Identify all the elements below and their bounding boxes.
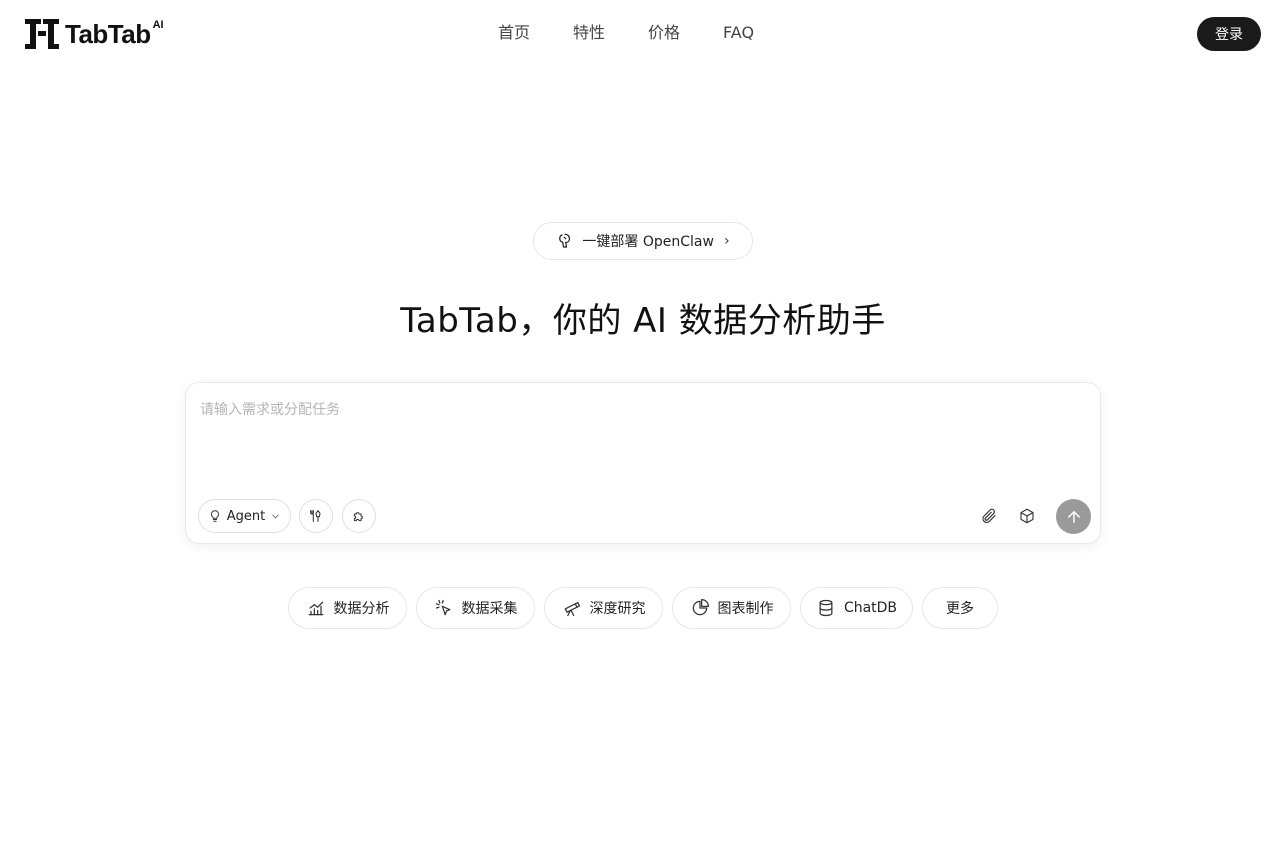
chip-chatdb[interactable]: ChatDB <box>800 587 913 629</box>
cube-icon <box>1020 508 1034 524</box>
model-select-button[interactable] <box>1016 505 1038 527</box>
chip-data-analysis[interactable]: 数据分析 <box>288 587 407 629</box>
chevron-right-icon: › <box>723 233 730 249</box>
database-icon <box>819 599 833 617</box>
logo-text: TabTab <box>65 19 151 49</box>
nav-faq[interactable]: FAQ <box>723 22 754 44</box>
arrow-up-icon <box>1067 510 1080 523</box>
nav-features[interactable]: 特性 <box>573 22 605 44</box>
chip-label: 数据分析 <box>333 601 390 617</box>
chip-label: 数据采集 <box>461 601 518 617</box>
logo[interactable]: TabTab AI <box>25 19 164 49</box>
chip-label: 图表制作 <box>717 601 774 617</box>
pie-chart-icon <box>692 599 709 616</box>
chip-label: 更多 <box>946 601 974 617</box>
page: TabTab AI 首页 特性 价格 FAQ 登录 一键部署 OpenClaw … <box>0 0 1280 853</box>
openclaw-announcement[interactable]: 一键部署 OpenClaw › <box>533 222 753 260</box>
main-nav: 首页 特性 价格 FAQ <box>498 22 754 44</box>
plugins-button[interactable] <box>342 499 376 533</box>
paperclip-icon <box>982 508 996 523</box>
logo-superscript: AI <box>152 19 164 31</box>
chip-more[interactable]: 更多 <box>922 587 998 629</box>
logo-mark-icon <box>25 19 59 49</box>
tools-icon <box>310 510 321 522</box>
attach-button[interactable] <box>978 505 1000 527</box>
prompt-composer: Agent <box>185 382 1101 544</box>
prompt-input[interactable] <box>200 399 1080 479</box>
chip-label: 深度研究 <box>589 601 646 617</box>
chart-icon <box>308 601 323 616</box>
mode-label: Agent <box>226 508 266 524</box>
mode-selector[interactable]: Agent <box>198 499 291 533</box>
announcement-label: 一键部署 OpenClaw <box>582 234 714 250</box>
login-button[interactable]: 登录 <box>1197 17 1261 51</box>
telescope-icon <box>564 601 580 617</box>
chip-chart-making[interactable]: 图表制作 <box>672 587 791 629</box>
top-header: TabTab AI 首页 特性 价格 FAQ 登录 <box>0 0 1280 68</box>
quick-actions: 数据分析 数据采集 深度研究 图表制作 ChatDB 更多 <box>0 587 1280 629</box>
chip-label: ChatDB <box>843 600 898 616</box>
nav-home[interactable]: 首页 <box>498 22 530 44</box>
chip-deep-research[interactable]: 深度研究 <box>544 587 663 629</box>
claw-icon <box>559 233 571 248</box>
cursor-click-icon <box>435 599 450 616</box>
nav-pricing[interactable]: 价格 <box>648 22 680 44</box>
send-button[interactable] <box>1056 499 1091 534</box>
lightbulb-icon <box>210 510 219 522</box>
chevron-down-icon <box>272 514 279 518</box>
chip-data-collection[interactable]: 数据采集 <box>416 587 535 629</box>
page-title: TabTab，你的 AI 数据分析助手 <box>400 301 886 341</box>
puzzle-icon <box>353 512 363 522</box>
tools-button[interactable] <box>299 499 333 533</box>
